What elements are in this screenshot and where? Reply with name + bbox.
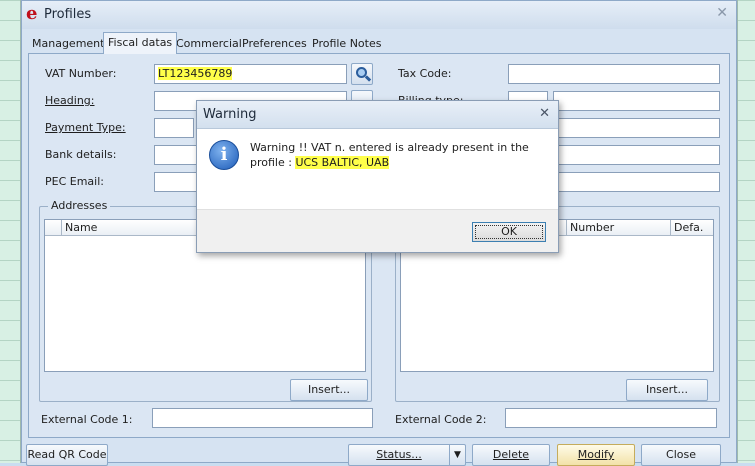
warning-dialog: Warning ✕ i Warning !! VAT n. entered is… <box>196 100 559 253</box>
tab-fiscal-datas[interactable]: Fiscal datas <box>103 32 178 54</box>
addresses-insert-button[interactable]: Insert... <box>290 379 368 401</box>
close-icon[interactable]: ✕ <box>716 5 728 21</box>
tax-code-field[interactable] <box>508 64 720 84</box>
warning-message-line2: profile : UCS BALTIC, UAB <box>250 156 390 169</box>
tab-management[interactable]: Management <box>28 34 108 53</box>
app-logo: e <box>26 3 38 24</box>
dialog-titlebar: Warning ✕ <box>197 101 558 129</box>
tab-commercial[interactable]: Commercial <box>172 34 246 53</box>
payment-type-label[interactable]: Payment Type: <box>45 121 126 134</box>
billing-type-desc-field[interactable] <box>553 91 720 111</box>
window-titlebar: e Profiles ✕ <box>22 1 736 29</box>
background-grid-right <box>737 0 755 463</box>
pec-email-label: PEC Email: <box>45 175 104 188</box>
warning-message-line1: Warning !! VAT n. entered is already pre… <box>250 141 529 154</box>
vat-search-button[interactable] <box>351 63 373 85</box>
chevron-down-icon[interactable]: ▼ <box>449 445 465 465</box>
payment-type-code-field[interactable] <box>154 118 194 138</box>
vat-number-field[interactable]: LT123456789 <box>154 64 347 84</box>
bank-details-label: Bank details: <box>45 148 117 161</box>
ok-button[interactable]: OK <box>472 222 546 242</box>
tab-preferences[interactable]: Preferences <box>238 34 311 53</box>
right-insert-button[interactable]: Insert... <box>626 379 708 401</box>
vat-number-label: VAT Number: <box>45 67 117 80</box>
info-icon: i <box>209 140 239 170</box>
dialog-footer: OK <box>197 209 558 252</box>
external-code-2-field[interactable] <box>505 408 717 428</box>
external-code-1-field[interactable] <box>152 408 373 428</box>
addresses-legend: Addresses <box>48 199 111 212</box>
profile-name-highlight: UCS BALTIC, UAB <box>295 156 390 169</box>
background-grid-left <box>0 0 21 463</box>
dialog-title: Warning <box>203 107 257 122</box>
close-icon[interactable]: ✕ <box>539 106 550 121</box>
vat-number-value: LT123456789 <box>158 67 233 80</box>
tab-profile-notes[interactable]: Profile Notes <box>308 34 385 53</box>
column-number[interactable]: Number <box>566 220 670 236</box>
tax-code-label: Tax Code: <box>398 67 452 80</box>
heading-label[interactable]: Heading: <box>45 94 94 107</box>
window-title: Profiles <box>44 7 92 22</box>
external-code-1-label: External Code 1: <box>41 413 133 426</box>
column-default[interactable]: Defa. <box>670 220 714 236</box>
external-code-2-label: External Code 2: <box>395 413 487 426</box>
